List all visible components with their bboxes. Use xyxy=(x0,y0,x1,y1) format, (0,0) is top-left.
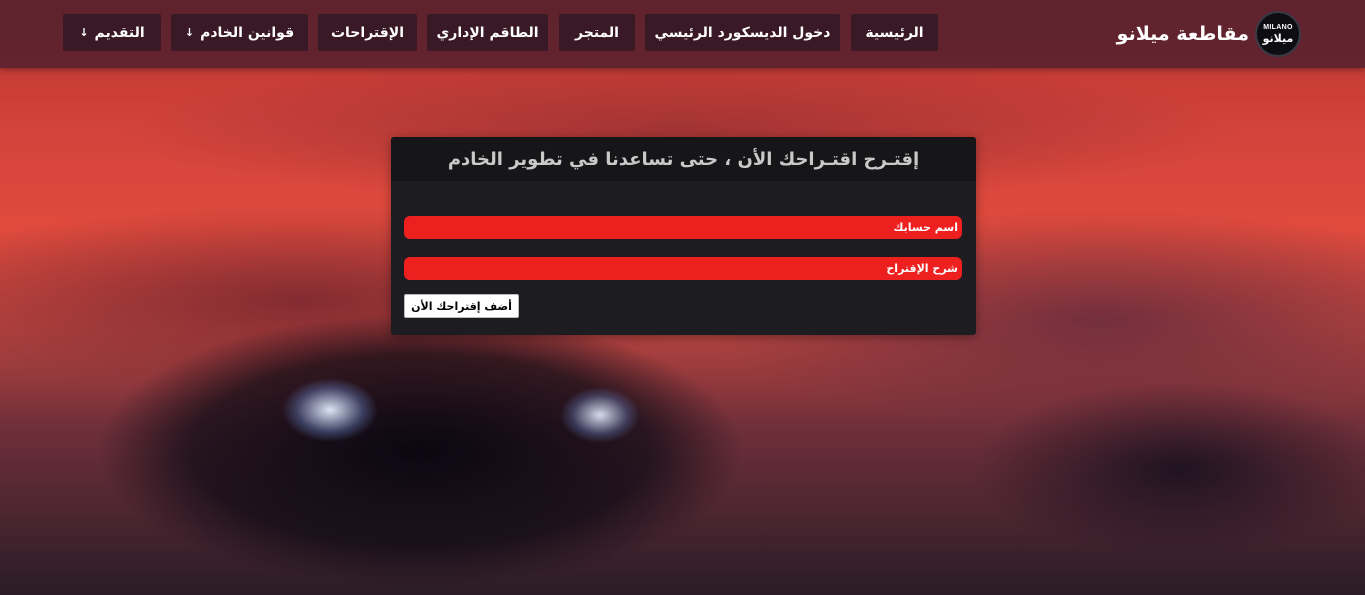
submit-suggestion-button[interactable]: أضف إقتراحك الأن xyxy=(404,294,519,318)
nav-apply-label: التقديم xyxy=(94,24,145,41)
nav-discord-label: دخول الديسكورد الرئيسي xyxy=(654,24,831,41)
nav-server-rules-dropdown[interactable]: قوانين الخادم ↓ xyxy=(171,14,308,51)
nav-staff[interactable]: الطاقم الإداري xyxy=(427,14,548,51)
brand-name: مقاطعة ميلانو xyxy=(1116,23,1249,45)
top-navbar: MILANO ميلانو مقاطعة ميلانو الرئيسية دخو… xyxy=(0,0,1365,68)
account-name-input[interactable] xyxy=(404,216,962,239)
form-title: إقتـرح اقتـراحك الأن ، حتى تساعدنا في تط… xyxy=(391,137,976,181)
logo-top-text: MILANO xyxy=(1263,24,1293,31)
nav-home[interactable]: الرئيسية xyxy=(851,14,938,51)
nav-store-label: المتجر xyxy=(575,24,619,41)
nav-server-rules-label: قوانين الخادم xyxy=(200,24,295,41)
nav-staff-label: الطاقم الإداري xyxy=(436,24,539,41)
nav-suggestions[interactable]: الإقتراحات xyxy=(318,14,417,51)
nav-home-label: الرئيسية xyxy=(865,24,924,41)
chevron-down-icon: ↓ xyxy=(79,26,89,39)
suggestion-description-input[interactable] xyxy=(404,257,962,280)
suggestion-form-card: إقتـرح اقتـراحك الأن ، حتى تساعدنا في تط… xyxy=(391,137,976,335)
nav-discord[interactable]: دخول الديسكورد الرئيسي xyxy=(645,14,840,51)
chevron-down-icon: ↓ xyxy=(184,26,195,39)
nav-apply-dropdown[interactable]: التقديم ↓ xyxy=(63,14,161,51)
brand[interactable]: MILANO ميلانو مقاطعة ميلانو xyxy=(1116,11,1301,57)
nav-store[interactable]: المتجر xyxy=(559,14,635,51)
nav-suggestions-label: الإقتراحات xyxy=(330,24,405,41)
milano-logo-icon: MILANO ميلانو xyxy=(1255,11,1301,57)
logo-bottom-text: ميلانو xyxy=(1262,32,1294,45)
